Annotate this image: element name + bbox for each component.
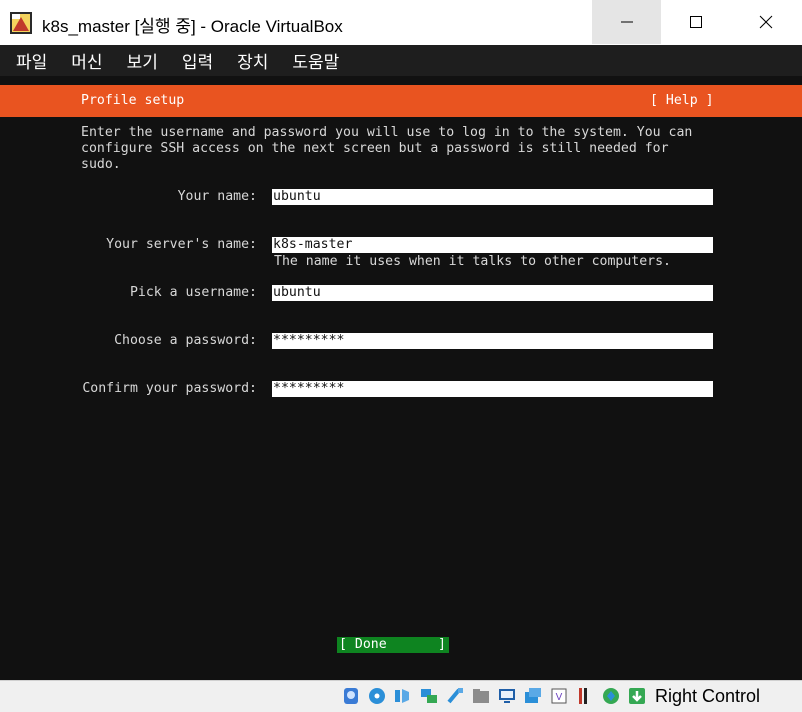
password-input[interactable]: *********: [272, 333, 713, 349]
usb-icon[interactable]: [444, 685, 465, 706]
maximize-icon: [689, 16, 702, 28]
done-button[interactable]: [ Done ]: [337, 637, 449, 653]
done-button-label: [ Done: [339, 637, 387, 652]
display-icon[interactable]: [496, 685, 517, 706]
your-name-label: Your name:: [177, 189, 257, 204]
host-key-label[interactable]: Right Control: [655, 686, 760, 707]
installer-header: Profile setup [ Help ]: [0, 85, 802, 117]
minimize-icon: [620, 21, 633, 23]
help-button[interactable]: [ Help ]: [650, 93, 714, 108]
intro-text: Enter the username and password you will…: [81, 125, 693, 173]
your-name-input[interactable]: ubuntu: [272, 189, 713, 205]
menu-view[interactable]: 보기: [111, 48, 158, 73]
virtualbox-vm-icon: [10, 12, 32, 34]
keyboard-capture-icon[interactable]: [626, 685, 647, 706]
vt-x-icon[interactable]: [574, 685, 595, 706]
page-title: Profile setup: [81, 93, 185, 108]
username-input[interactable]: ubuntu: [272, 285, 713, 301]
done-button-bracket: ]: [438, 637, 446, 652]
mouse-integration-icon[interactable]: [600, 685, 621, 706]
close-icon: [759, 15, 773, 29]
username-label: Pick a username:: [129, 285, 257, 300]
menu-file[interactable]: 파일: [0, 48, 47, 73]
password-label: Choose a password:: [114, 333, 257, 348]
menu-devices[interactable]: 장치: [221, 48, 268, 73]
close-button[interactable]: [730, 0, 802, 44]
maximize-button[interactable]: [661, 0, 730, 44]
title-bar: k8s_master [실행 중] - Oracle VirtualBox: [0, 0, 802, 46]
video-capture-icon[interactable]: [522, 685, 543, 706]
vm-display[interactable]: Profile setup [ Help ] Enter the usernam…: [0, 76, 802, 680]
cpu-icon[interactable]: V: [548, 685, 569, 706]
server-name-label: Your server's name:: [106, 237, 257, 252]
menu-input[interactable]: 입력: [166, 48, 213, 73]
confirm-password-input[interactable]: *********: [272, 381, 713, 397]
svg-text:V: V: [555, 692, 562, 703]
audio-icon[interactable]: [392, 685, 413, 706]
menu-machine[interactable]: 머신: [55, 48, 102, 73]
shared-folder-icon[interactable]: [470, 685, 491, 706]
menu-bar: 파일 머신 보기 입력 장치 도움말: [0, 45, 802, 76]
menu-help[interactable]: 도움말: [276, 48, 339, 73]
network-icon[interactable]: [418, 685, 439, 706]
optical-drive-icon[interactable]: [366, 685, 387, 706]
minimize-button[interactable]: [592, 0, 661, 44]
window-title: k8s_master [실행 중] - Oracle VirtualBox: [42, 17, 343, 36]
status-bar: V Right Control: [0, 680, 802, 712]
server-name-input[interactable]: k8s-master: [272, 237, 713, 253]
confirm-password-label: Confirm your password:: [82, 381, 257, 396]
server-name-hint: The name it uses when it talks to other …: [274, 254, 671, 269]
hard-disk-icon[interactable]: [340, 685, 361, 706]
